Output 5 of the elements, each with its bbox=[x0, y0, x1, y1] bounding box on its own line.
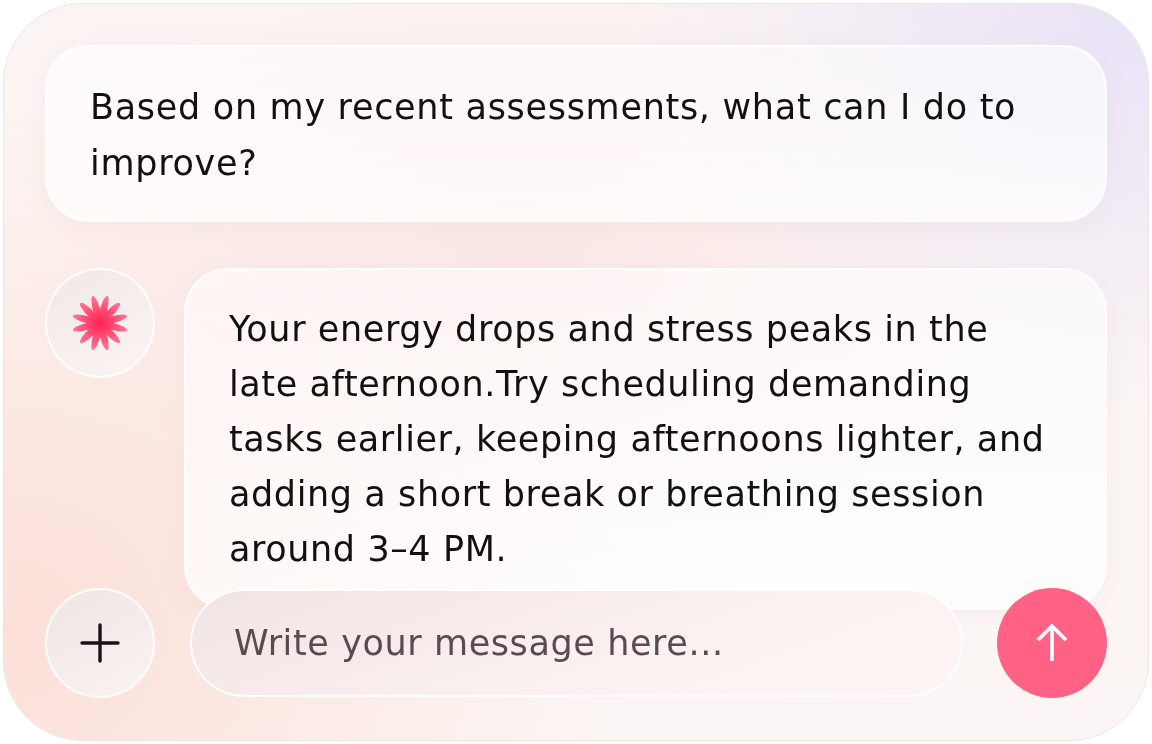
plus-icon bbox=[80, 623, 120, 663]
assistant-message: Your energy drops and stress peaks in the late afternoon.Try scheduling demanding tasks earlier, keeping afternoons lighter, and adding a short break or breathing session around 3–4 PM. bbox=[184, 268, 1107, 610]
message-input[interactable]: Write your message here... bbox=[190, 589, 963, 697]
user-message: Based on my recent assessments, what can I do to improve? bbox=[45, 45, 1107, 222]
arrow-up-icon bbox=[1035, 623, 1069, 663]
